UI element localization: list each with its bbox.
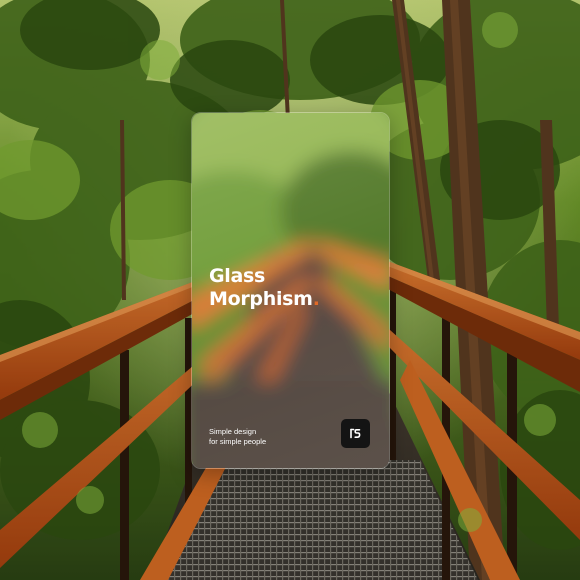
title-line-1: Glass <box>209 265 266 287</box>
logo-badge[interactable] <box>341 419 370 448</box>
card-title: Glass Morphism. <box>209 265 320 311</box>
card-tagline: Simple design for simple people <box>209 427 266 446</box>
glass-card: Glass Morphism. Simple design for simple… <box>191 112 390 469</box>
ps-logo-icon <box>350 428 361 439</box>
tagline-line-2: for simple people <box>209 436 267 446</box>
photo-scene: Glass Morphism. Simple design for simple… <box>0 0 580 580</box>
title-line-2-text: Morphism <box>209 288 313 310</box>
tagline-line-1: Simple design <box>209 427 257 436</box>
title-line-2: Morphism. <box>209 288 320 311</box>
title-dot: . <box>312 288 320 310</box>
